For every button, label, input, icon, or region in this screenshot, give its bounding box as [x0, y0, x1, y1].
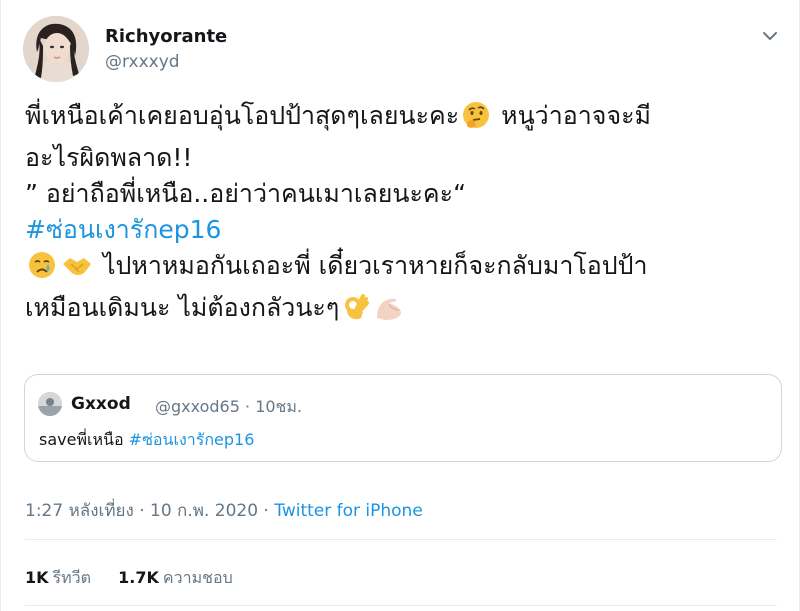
tweet-menu-button[interactable] [758, 24, 782, 48]
tweet-line-1: พี่เหนือเค้าเคยอบอุ่นโอปป้าสุดๆเลยนะคะ ห… [25, 98, 775, 140]
chevron-down-icon [763, 32, 777, 40]
retweets-stat[interactable]: 1K รีทวีต [25, 566, 91, 591]
tweet-line-text: เหมือนเดิมนะ ไม่ต้องกลัวนะๆ [25, 293, 340, 322]
handshake-emoji-icon [61, 250, 93, 290]
tweet-time[interactable]: 1:27 หลังเที่ยง [25, 501, 134, 521]
quoted-author-name[interactable]: Gxxod [71, 394, 131, 414]
tweet-line-2: อะไรผิดพลาด!! [25, 143, 193, 172]
quoted-author-meta: @gxxod65 · 10ชม. [155, 395, 302, 420]
author-display-name[interactable]: Richyorante [105, 26, 227, 47]
flexed-biceps-emoji-icon [373, 292, 405, 332]
thinking-face-emoji-icon [461, 100, 491, 140]
author-handle[interactable]: @rxxxyd [105, 52, 180, 72]
divider [25, 605, 777, 606]
ok-hand-emoji-icon [341, 292, 370, 332]
author-avatar[interactable] [23, 16, 89, 82]
tweet-line-text: ไปหาหมอกันเถอะพี่ เดี๋ยวเราหายก็จะกลับมา… [95, 251, 648, 280]
likes-count: 1.7K [118, 568, 159, 587]
retweets-label: รีทวีต [52, 568, 92, 587]
tweet-line-5: ไปหาหมอกันเถอะพี่ เดี๋ยวเราหายก็จะกลับมา… [25, 248, 775, 290]
meta-separator: · [258, 501, 275, 521]
quoted-tweet-time[interactable]: 10ชม. [255, 397, 302, 416]
tweet-timestamp-row: 1:27 หลังเที่ยง · 10 ก.พ. 2020 · Twitter… [25, 497, 423, 524]
retweets-count: 1K [25, 568, 49, 587]
user-avatar-photo-icon [23, 16, 89, 82]
tweet-line-text-after: หนูว่าอาจจะมี [493, 101, 652, 130]
crying-face-emoji-icon [27, 250, 57, 290]
quoted-author-avatar[interactable] [38, 392, 62, 416]
tweet-date[interactable]: 10 ก.พ. 2020 [150, 501, 258, 521]
quoted-tweet-card[interactable]: Gxxod @gxxod65 · 10ชม. saveพี่เหนือ #ซ่อ… [24, 374, 782, 462]
divider [25, 539, 777, 540]
meta-separator: · [245, 397, 251, 416]
quoted-author-handle[interactable]: @gxxod65 [155, 397, 240, 416]
likes-label: ความชอบ [162, 568, 233, 587]
likes-stat[interactable]: 1.7K ความชอบ [118, 566, 233, 591]
tweet-detail: Richyorante @rxxxyd พี่เหนือเค้าเคยอบอุ่… [0, 0, 800, 611]
tweet-text: พี่เหนือเค้าเคยอบอุ่นโอปป้าสุดๆเลยนะคะ ห… [25, 98, 775, 332]
user-avatar-photo-icon [38, 392, 62, 416]
tweet-hashtag-link[interactable]: #ซ่อนเงารักep16 [25, 212, 775, 248]
tweet-stats: 1K รีทวีต 1.7K ความชอบ [25, 566, 255, 591]
quoted-text-prefix: saveพี่เหนือ [39, 430, 129, 449]
tweet-line-6: เหมือนเดิมนะ ไม่ต้องกลัวนะๆ [25, 290, 775, 332]
tweet-source-link[interactable]: Twitter for iPhone [274, 501, 423, 521]
quoted-hashtag-link[interactable]: #ซ่อนเงารักep16 [129, 430, 255, 449]
meta-separator: · [133, 501, 151, 521]
quoted-tweet-text: saveพี่เหนือ #ซ่อนเงารักep16 [39, 428, 254, 453]
tweet-line-3: ” อย่าถือพี่เหนือ..อย่าว่าคนเมาเลยนะคะ“ [25, 179, 467, 208]
tweet-line-text: พี่เหนือเค้าเคยอบอุ่นโอปป้าสุดๆเลยนะคะ [25, 101, 460, 130]
